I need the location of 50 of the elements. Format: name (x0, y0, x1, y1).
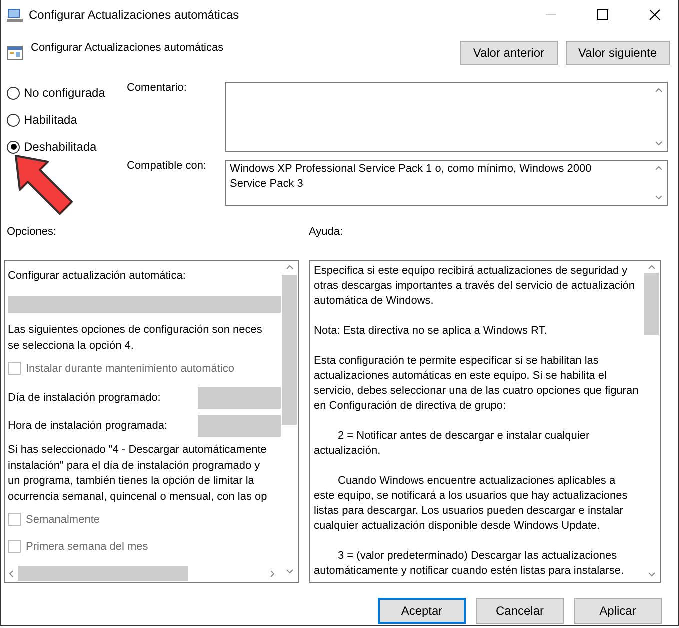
comment-field[interactable] (225, 82, 668, 152)
option-text-line: ocurrencia semanal, quincenal o mensual, con las op (8, 490, 268, 504)
field-label: Hora de instalación programada: (8, 420, 169, 432)
scrollbar-thumb[interactable] (18, 566, 188, 581)
comment-label: Comentario: (127, 82, 188, 96)
arrow-drawing (12, 152, 76, 216)
option-text-line: instalación" para el día de instalación programado y (8, 458, 262, 474)
dropdown-field[interactable] (198, 387, 281, 409)
dialog-button[interactable]: Aceptar (378, 598, 466, 624)
policy-icon (7, 7, 23, 23)
state-radio[interactable]: Habilitada (7, 113, 78, 127)
compatible-label: Compatible con: (127, 160, 208, 174)
state-radio[interactable]: Deshabilitada (7, 140, 97, 154)
option-label: Configurar actualización automática: (8, 269, 187, 284)
help-paragraph: Cuando Windows encuentre actualizaciones aplicables a este equipo, se notificará a los usuarios que hay actualizaciones listas para descargar. Los usuarios pueden descargar e instalar cualquier actualización disponible desde Windows Update. (314, 474, 629, 534)
scroll-up-icon[interactable] (648, 265, 655, 270)
help-paragraph: Nota: Esta directiva no se aplica a Windows RT. (314, 324, 548, 339)
window-title: Configurar Actualizaciones automáticas (29, 8, 240, 22)
nav-button[interactable]: Valor siguiente (566, 41, 670, 65)
option-text-line: Si has seleccionado "4 - Descargar automáticamente (8, 443, 268, 458)
policy-icon (7, 45, 23, 61)
help-paragraph: 2 = Notificar antes de descargar e instalar cualquier actualización. (314, 429, 591, 459)
scroll-left-icon[interactable] (9, 570, 14, 577)
options-label: Opciones: (7, 226, 58, 240)
scroll-up-icon[interactable] (655, 88, 662, 92)
scroll-up-icon[interactable] (286, 265, 293, 270)
option-text-line: Las siguientes opciones de configuración son neces (8, 323, 264, 338)
dialog-button[interactable]: Cancelar (476, 598, 564, 624)
scroll-down-icon[interactable] (648, 572, 655, 577)
scroll-right-icon[interactable] (270, 570, 275, 577)
dropdown-field[interactable] (8, 296, 281, 313)
scroll-down-icon[interactable] (655, 142, 662, 146)
help-paragraph: 3 = (valor predeterminado) Descargar las actualizaciones automáticamente y notificar cuando estén listas para instalarse. (314, 549, 625, 579)
scroll-up-icon[interactable] (655, 166, 662, 170)
help-label: Ayuda: (309, 226, 344, 240)
option-text-line: un programa, también tienes la opción de limitar la (8, 474, 256, 489)
state-radio[interactable]: No configurada (7, 86, 106, 100)
help-paragraph: Esta configuración te permite especificar si se habilitan las actualizaciones automáticas en este equipo. Si se habilita el servicio, debes seleccionar una de las cuatro opciones que figuran en Configuración de directiva de grupo: (314, 354, 639, 414)
scroll-down-icon[interactable] (286, 570, 293, 574)
scroll-down-icon[interactable] (655, 196, 662, 200)
scrollbar-thumb[interactable] (282, 275, 297, 425)
dialog-button[interactable]: Aplicar (574, 598, 662, 624)
policy-name: Configurar Actualizaciones automáticas (31, 42, 225, 54)
scrollbar-thumb[interactable] (644, 273, 659, 335)
dropdown-field[interactable] (198, 415, 281, 437)
field-label: Día de instalación programado: (8, 392, 162, 404)
option-text-line: se selecciona la opción 4. (8, 338, 135, 354)
nav-button[interactable]: Valor anterior (460, 41, 558, 65)
help-paragraph: Especifica si este equipo recibirá actualizaciones de seguridad y otras descargas importantes a través del servicio de actualización automática de Windows. (314, 264, 636, 309)
compatible-box: Windows XP Professional Service Pack 1 o, como mínimo, Windows 2000 Service Pack 3 (225, 160, 668, 206)
